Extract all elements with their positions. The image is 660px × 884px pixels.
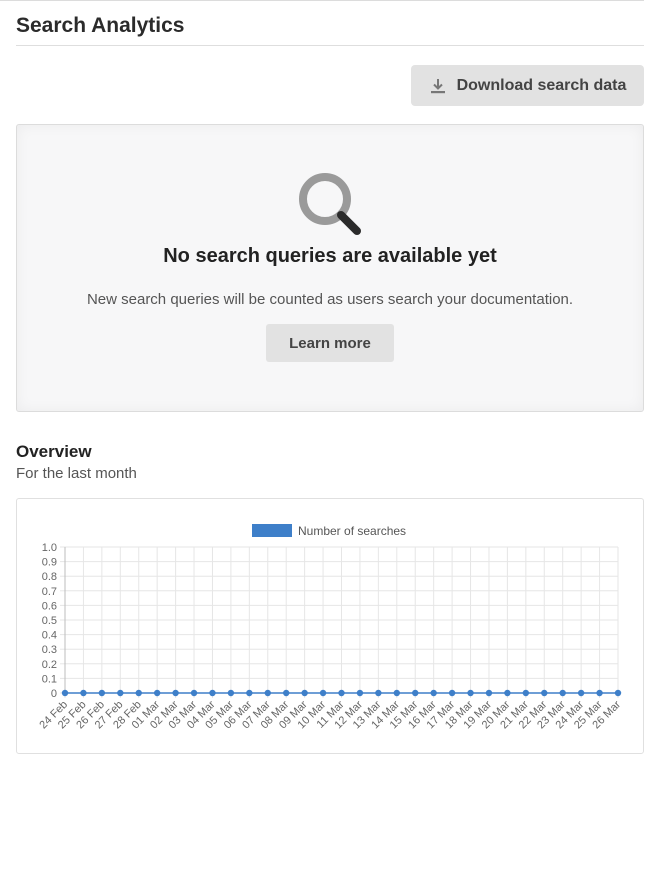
data-point bbox=[283, 689, 290, 697]
data-point bbox=[319, 689, 327, 697]
y-tick-label: 0.6 bbox=[42, 600, 57, 612]
data-point bbox=[301, 689, 308, 697]
data-point bbox=[61, 689, 69, 697]
y-tick-label: 0.1 bbox=[42, 673, 57, 685]
overview-subtitle: For the last month bbox=[16, 465, 137, 482]
searches-chart-card: 1.0 0.9 0.8 0.7 0.6 0.5 0.4 0.3 0.2 0.1 0 24 Feb 25 … bbox=[16, 498, 644, 754]
data-point bbox=[227, 689, 235, 697]
data-point bbox=[264, 689, 271, 697]
data-point bbox=[412, 689, 419, 697]
learn-more-button[interactable]: Learn more bbox=[266, 324, 394, 362]
data-point bbox=[375, 689, 382, 697]
legend-label: Number of searches bbox=[298, 524, 406, 538]
y-tick-label: 0.8 bbox=[42, 571, 57, 583]
y-tick-label: 0.7 bbox=[42, 586, 57, 598]
data-point bbox=[153, 689, 161, 697]
data-point bbox=[577, 689, 585, 697]
download-icon bbox=[429, 77, 447, 95]
data-point bbox=[117, 689, 124, 697]
data-point bbox=[338, 689, 345, 697]
data-point bbox=[596, 689, 603, 697]
data-point bbox=[98, 689, 106, 697]
data-point bbox=[190, 689, 198, 697]
download-search-data-button[interactable]: Download search data bbox=[411, 65, 644, 106]
title-divider bbox=[16, 45, 644, 46]
empty-state-panel: No search queries are available yet New … bbox=[16, 124, 644, 412]
page-title: Search Analytics bbox=[16, 14, 185, 37]
data-point bbox=[614, 689, 622, 697]
empty-state-title: No search queries are available yet bbox=[163, 245, 497, 267]
empty-state-description: New search queries will be counted as us… bbox=[86, 291, 574, 308]
data-point bbox=[522, 689, 530, 697]
data-point bbox=[541, 689, 548, 697]
y-tick-label: 0.2 bbox=[42, 659, 57, 671]
data-point bbox=[80, 689, 87, 697]
y-tick-label: 0.4 bbox=[42, 630, 57, 642]
data-point bbox=[467, 689, 474, 697]
data-point bbox=[209, 689, 216, 697]
legend-swatch bbox=[252, 524, 292, 537]
data-point bbox=[246, 689, 253, 697]
searches-chart: 1.00.90.80.70.60.50.40.30.20.1024 Feb25 … bbox=[37, 524, 623, 731]
y-tick-label: 0.9 bbox=[42, 557, 57, 569]
y-tick-label: 0 bbox=[51, 688, 57, 700]
data-point bbox=[485, 689, 493, 697]
overview-title: Overview bbox=[16, 442, 92, 461]
data-point bbox=[393, 689, 400, 697]
data-point bbox=[172, 689, 179, 697]
top-divider bbox=[0, 0, 644, 1]
data-point bbox=[559, 689, 566, 697]
data-point bbox=[356, 689, 364, 697]
data-point bbox=[430, 689, 437, 697]
download-button-label: Download search data bbox=[456, 76, 627, 94]
y-tick-label: 1.0 bbox=[42, 542, 57, 554]
data-point bbox=[504, 689, 511, 697]
search-icon bbox=[297, 171, 365, 239]
y-tick-label: 0.3 bbox=[42, 644, 57, 656]
y-tick-label: 0.5 bbox=[42, 615, 57, 627]
data-point bbox=[135, 689, 142, 697]
data-point bbox=[448, 689, 456, 697]
